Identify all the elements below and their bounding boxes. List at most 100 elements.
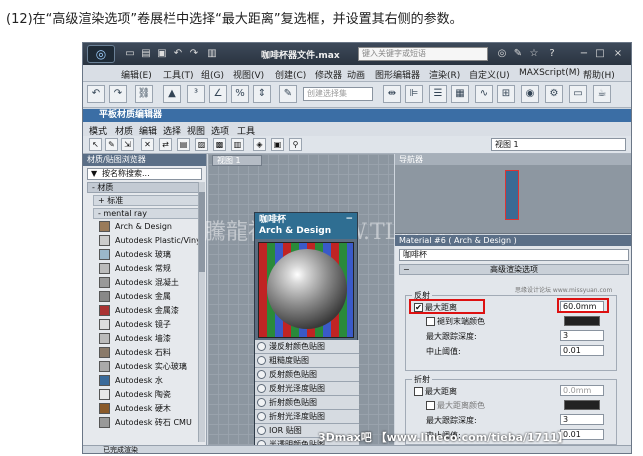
layout-children-icon[interactable]: ⚲ (289, 138, 302, 151)
navigate-icon[interactable]: ◈ (253, 138, 266, 151)
reflection-fade-option[interactable]: 褪到末端颜色 (426, 316, 485, 327)
material-item[interactable]: Autodesk 陶瓷 (97, 388, 200, 401)
angle-snap-icon[interactable]: ∠ (209, 85, 227, 103)
assign-material-icon[interactable]: ⇲ (121, 138, 134, 151)
refraction-max-distance-input[interactable]: 0.0mm (560, 385, 604, 396)
redo-icon[interactable]: ↷ (187, 47, 201, 61)
material-item[interactable]: Autodesk 砖石 CMU (97, 416, 200, 429)
socket-icon[interactable] (257, 356, 266, 365)
node-view[interactable]: 视图 1 騰龍視覺 WWW.TLVI.NET 咖啡杯 Arch & Design… (204, 154, 478, 452)
socket-icon[interactable] (257, 370, 266, 379)
checkbox-icon[interactable] (426, 317, 435, 326)
app-logo-icon[interactable]: ◎ (87, 45, 115, 63)
menu-customize[interactable]: 自定义(U) (469, 68, 510, 81)
binoculars-icon[interactable]: ◎ (495, 47, 509, 61)
render-icon[interactable]: ☕ (593, 85, 611, 103)
menu-animation[interactable]: 动画 (347, 68, 365, 81)
snap-toggle-icon[interactable]: ³ (187, 85, 205, 103)
render-setup-icon[interactable]: ⚙ (545, 85, 563, 103)
node-slot[interactable]: 折射颜色贴图 (255, 396, 359, 410)
socket-icon[interactable] (257, 426, 266, 435)
schematic-view-icon[interactable]: ⊞ (497, 85, 515, 103)
background-icon[interactable]: ▩ (213, 138, 226, 151)
layer-manager-icon[interactable]: ☰ (429, 85, 447, 103)
material-item[interactable]: Autodesk Plastic/Vinyl (97, 234, 200, 247)
help-icon[interactable]: ? (545, 47, 559, 61)
material-item[interactable]: Autodesk 石料 (97, 346, 200, 359)
socket-icon[interactable] (257, 398, 266, 407)
material-item[interactable]: Autodesk 硬木 (97, 402, 200, 415)
undo-toolbar-icon[interactable]: ↶ (87, 85, 105, 103)
group-materials[interactable]: - 材质 (87, 182, 202, 193)
node-slot[interactable]: 漫反射颜色贴图 (255, 340, 359, 354)
select-object-icon[interactable]: ▲ (163, 85, 181, 103)
refraction-max-depth-input[interactable]: 3 (560, 414, 604, 425)
pick-material-icon[interactable]: ✎ (105, 138, 118, 151)
material-node[interactable]: 咖啡杯 Arch & Design − 漫反射颜色贴图 粗糙度贴图 反射颜色贴图… (254, 212, 359, 452)
material-item[interactable]: Autodesk 水 (97, 374, 200, 387)
browser-search-input[interactable]: ▼ 按名称搜索... (87, 168, 202, 180)
show-map-icon[interactable]: ▨ (195, 138, 208, 151)
checkbox-icon[interactable] (426, 401, 435, 410)
refraction-color-swatch[interactable] (564, 400, 600, 410)
menu-create[interactable]: 创建(C) (275, 68, 306, 81)
navigator-view-box[interactable] (505, 170, 519, 220)
menu-rendering[interactable]: 渲染(R) (429, 68, 460, 81)
material-editor-icon[interactable]: ◉ (521, 85, 539, 103)
node-slot[interactable]: 反射光泽度贴图 (255, 382, 359, 396)
menu-help[interactable]: 帮助(H) (583, 68, 615, 81)
project-folder-icon[interactable]: ▥ (205, 47, 219, 61)
menu-edit[interactable]: 编辑(E) (121, 68, 152, 81)
rendered-frame-icon[interactable]: ▭ (569, 85, 587, 103)
material-item[interactable]: Autodesk 镜子 (97, 318, 200, 331)
redo-toolbar-icon[interactable]: ↷ (109, 85, 127, 103)
rollout-advanced-rendering[interactable]: − 高级渲染选项 (399, 264, 629, 275)
minimize-icon[interactable]: − (577, 47, 591, 61)
delete-icon[interactable]: ✕ (141, 138, 154, 151)
menu-modifiers[interactable]: 修改器 (315, 68, 342, 81)
material-item[interactable]: Arch & Design (97, 220, 200, 233)
edit-named-selection-icon[interactable]: ✎ (279, 85, 297, 103)
material-name-field[interactable]: 咖啡杯 (399, 249, 629, 261)
percent-snap-icon[interactable]: % (231, 85, 249, 103)
show-parameters-icon[interactable]: ▣ (271, 138, 284, 151)
star-icon[interactable]: ☆ (527, 47, 541, 61)
curve-editor-icon[interactable]: ∿ (475, 85, 493, 103)
view-dropdown[interactable]: 视图 1 (491, 138, 626, 151)
open-file-icon[interactable]: ▤ (139, 47, 153, 61)
checkbox-icon[interactable] (414, 387, 423, 396)
refraction-max-distance[interactable]: 最大距离 (414, 386, 457, 397)
tools-icon[interactable]: ✎ (511, 47, 525, 61)
align-icon[interactable]: ⊫ (405, 85, 423, 103)
menu-maxscript[interactable]: MAXScript(M) (519, 68, 580, 78)
rollout-toggle[interactable]: − (403, 265, 410, 274)
select-tool-icon[interactable]: ↖ (89, 138, 102, 151)
material-item[interactable]: Autodesk 金属 (97, 290, 200, 303)
selection-set-dropdown[interactable]: 创建选择集 (303, 87, 373, 101)
material-item[interactable]: Autodesk 混凝土 (97, 276, 200, 289)
group-standard[interactable]: + 标准 (93, 195, 200, 206)
reflection-cutoff-input[interactable]: 0.01 (560, 345, 604, 356)
socket-icon[interactable] (257, 412, 266, 421)
close-icon[interactable]: × (611, 47, 625, 61)
reflection-fade-color[interactable] (564, 316, 600, 326)
material-item[interactable]: Autodesk 金属漆 (97, 304, 200, 317)
ribbon-icon[interactable]: ▦ (451, 85, 469, 103)
move-children-icon[interactable]: ⇄ (159, 138, 172, 151)
view-tab[interactable]: 视图 1 (212, 155, 262, 166)
group-mental-ray[interactable]: - mental ray (93, 208, 200, 219)
node-slot[interactable]: 反射颜色贴图 (255, 368, 359, 382)
undo-icon[interactable]: ↶ (171, 47, 185, 61)
hide-unused-icon[interactable]: ▤ (177, 138, 190, 151)
material-item[interactable]: Autodesk 实心玻璃 (97, 360, 200, 373)
node-minimize-button[interactable]: − (345, 214, 353, 225)
spinner-snap-icon[interactable]: ⇕ (253, 85, 271, 103)
mirror-icon[interactable]: ⇹ (383, 85, 401, 103)
material-item[interactable]: Autodesk 常规 (97, 262, 200, 275)
menu-graph-editors[interactable]: 图形编辑器 (375, 68, 420, 81)
socket-icon[interactable] (257, 384, 266, 393)
menu-tools[interactable]: 工具(T) (163, 68, 194, 81)
reflection-max-depth-input[interactable]: 3 (560, 330, 604, 341)
save-file-icon[interactable]: ▣ (155, 47, 169, 61)
socket-icon[interactable] (257, 342, 266, 351)
